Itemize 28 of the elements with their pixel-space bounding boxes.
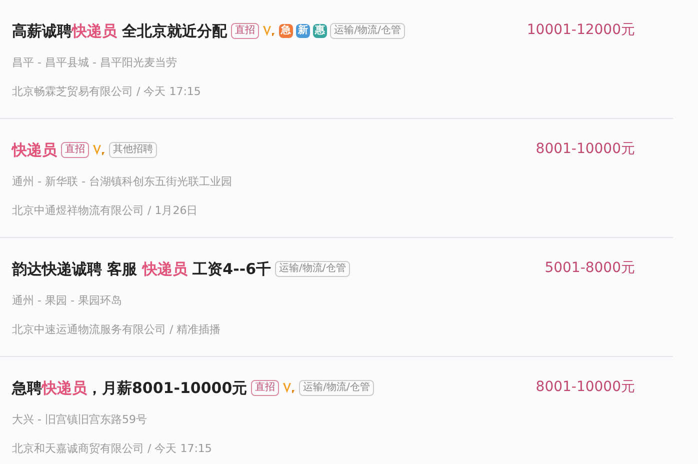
verified-v-icon (282, 381, 296, 396)
job-location: 通州 - 果园 - 果园环岛 (12, 292, 123, 308)
salary: 10001-12000元 (526, 21, 635, 40)
job-title[interactable]: 韵达快递诚聘 客服 快递员 工资4--6千 (12, 258, 272, 280)
category-tag: 运输/物流/仓管 (275, 261, 350, 278)
salary: 8001-10000元 (536, 140, 635, 159)
company-and-time: 北京和天嘉诚商贸有限公司 / 今天 17:15 (12, 441, 213, 457)
category-tag: 运输/物流/仓管 (330, 23, 405, 40)
salary: 8001-10000元 (536, 378, 635, 397)
direct-hire-tag: 直招 (251, 380, 280, 396)
job-title[interactable]: 高薪诚聘快递员 全北京就近分配 (12, 20, 228, 42)
direct-hire-tag: 直招 (61, 142, 89, 158)
urgent-tag: 急 (279, 24, 294, 38)
company-and-time: 北京畅霖芝贸易有限公司 / 今天 17:15 (12, 84, 202, 100)
job-location: 昌平 - 昌平县城 - 昌平阳光麦当劳 (12, 54, 178, 70)
salary: 5001-8000元 (544, 259, 635, 278)
category-tag: 其他招聘 (109, 142, 157, 158)
category-tag: 运输/物流/仓管 (299, 380, 374, 396)
job-location: 大兴 - 旧宫镇旧宫东路59号 (12, 412, 148, 428)
direct-hire-tag: 直招 (231, 23, 260, 40)
company-and-time: 北京中速运通物流服务有限公司 / 精准插播 (12, 322, 222, 338)
verified-v-icon (262, 24, 276, 38)
verified-v-icon (92, 143, 106, 158)
new-tag: 新 (296, 24, 310, 38)
company-and-time: 北京中通煜祥物流有限公司 / 1月26日 (12, 203, 199, 219)
perk-tag: 惠 (313, 24, 328, 38)
job-location: 通州 - 新华联 - 台湖镇科创东五街光联工业园 (12, 174, 233, 190)
job-title[interactable]: 急聘快递员，月薪8001-10000元 (12, 377, 248, 400)
